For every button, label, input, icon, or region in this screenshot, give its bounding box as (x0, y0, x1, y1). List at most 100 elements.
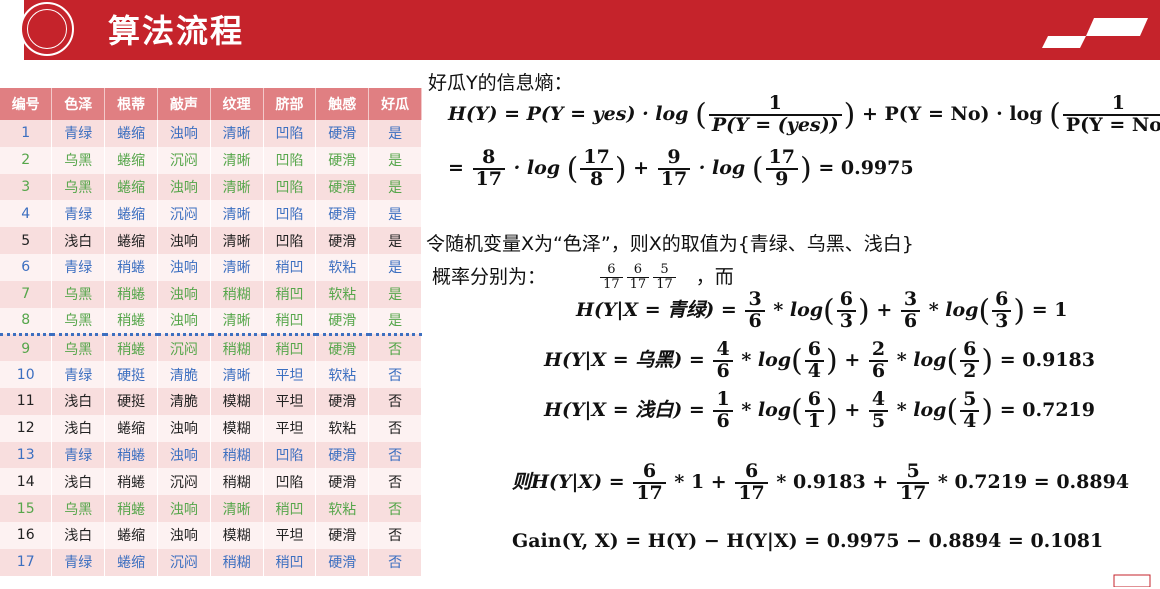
table-cell: 青绿 (51, 253, 106, 281)
table-cell: 青绿 (51, 441, 106, 469)
table-cell: 稍凹 (263, 307, 317, 335)
table-cell: 浊响 (157, 414, 211, 442)
table-cell: 清脆 (157, 361, 211, 388)
table-cell: 否 (368, 387, 422, 415)
table-cell: 7 (0, 280, 53, 308)
table-cell: 6 (0, 253, 53, 281)
table-cell: 浊响 (157, 307, 211, 335)
table-cell: 稍糊 (210, 441, 264, 469)
table-cell: 4 (0, 200, 53, 228)
table-row: 15 乌黑 稍蜷 浊响 清晰 稍凹 软粘否 (0, 495, 422, 522)
table-cell: 模糊 (210, 414, 264, 442)
table-cell: 是 (368, 146, 422, 174)
table-cell: 是 (368, 120, 422, 147)
table-cell: 稍糊 (210, 468, 264, 496)
table-cell: 浅白 (51, 414, 106, 442)
table-cell: 是 (368, 280, 422, 308)
table-cell: 浊响 (157, 441, 211, 469)
table-cell: 浊响 (157, 521, 211, 549)
table-cell: 硬滑 (315, 173, 370, 201)
table-cell: 否 (368, 441, 422, 469)
table-cell: 清晰 (210, 173, 264, 201)
table-cell: 平坦 (263, 521, 317, 549)
table-cell: 稍凹 (263, 332, 317, 362)
column-header: 脐部 (263, 88, 317, 120)
table-cell: 凹陷 (263, 441, 317, 469)
gain-equation: Gain(Y, X) = H(Y) − H(Y|X) = 0.9975 − 0.… (512, 530, 1104, 552)
table-cell: 15 (0, 495, 53, 522)
table-cell: 蜷缩 (104, 200, 158, 228)
table-cell: 凹陷 (263, 200, 317, 228)
table-cell: 乌黑 (51, 146, 106, 174)
decorative-stripes-icon (1042, 8, 1148, 48)
table-cell: 稍糊 (210, 332, 264, 362)
table-row: 16 浅白 蜷缩 浊响 模糊 平坦 硬滑否 (0, 521, 422, 549)
table-cell: 稍蜷 (104, 307, 158, 335)
table-cell: 乌黑 (51, 332, 106, 362)
table-cell: 软粘 (315, 280, 370, 308)
table-cell: 乌黑 (51, 280, 106, 308)
conditional-entropy-equation: H(Y|X = 乌黑) = 46 * log(6 4) + 26 * log(6 2… (544, 338, 1096, 382)
table-cell: 硬滑 (315, 227, 370, 254)
table-cell: 11 (0, 387, 53, 415)
table-cell: 浊响 (157, 227, 211, 254)
table-cell: 硬滑 (315, 468, 370, 496)
table-cell: 青绿 (51, 361, 106, 388)
table-cell: 稍蜷 (104, 253, 158, 281)
table-cell: 凹陷 (263, 227, 317, 254)
table-cell: 硬滑 (315, 332, 370, 362)
column-header: 纹理 (210, 88, 264, 120)
conditional-total-equation: 则H(Y|X) = 6 17 * 1 + 6 17 * 0.9183 + 5 17 *… (512, 460, 1130, 504)
table-cell: 清晰 (210, 361, 264, 388)
table-cell: 稍凹 (263, 280, 317, 308)
table-cell: 清晰 (210, 253, 264, 281)
table-cell: 软粘 (315, 495, 370, 522)
table-cell: 3 (0, 173, 53, 201)
table-cell: 是 (368, 253, 422, 281)
table-cell: 清晰 (210, 146, 264, 174)
column-header: 根蒂 (104, 88, 158, 120)
table-cell: 否 (368, 521, 422, 549)
table-cell: 1 (0, 120, 53, 147)
table-cell: 稍蜷 (104, 468, 158, 496)
table-cell: 13 (0, 441, 53, 469)
page-title: 算法流程 (108, 12, 245, 50)
watermelon-table: 编号 色泽 根蒂 敲声 纹理 脐部 触感 好瓜 1 青绿 蜷缩 浊响 清晰 凹陷 硬滑是 2 乌黑 蜷缩 沉闷 清晰… (0, 88, 422, 576)
table-cell: 2 (0, 146, 53, 174)
table-cell: 浊响 (157, 280, 211, 308)
table-cell: 否 (368, 414, 422, 442)
table-cell: 沉闷 (157, 332, 211, 362)
table-cell: 清晰 (210, 227, 264, 254)
table-cell: 蜷缩 (104, 227, 158, 254)
table-row: 1 青绿 蜷缩 浊响 清晰 凹陷 硬滑是 (0, 120, 422, 147)
table-row: 13 青绿 稍蜷 浊响 稍糊 凹陷 硬滑否 (0, 441, 422, 469)
table-cell: 稍蜷 (104, 280, 158, 308)
table-cell: 12 (0, 414, 53, 442)
entropy-equation-line2: = 8 17 · log (17 8) + 9 17 · log (17 9) = 0.… (448, 146, 914, 190)
table-cell: 稍凹 (263, 495, 317, 522)
table-cell: 浊响 (157, 253, 211, 281)
table-cell: 模糊 (210, 521, 264, 549)
table-cell: 是 (368, 227, 422, 254)
column-header: 编号 (0, 88, 53, 120)
table-cell: 沉闷 (157, 548, 211, 576)
conditional-entropy-equation: H(Y|X = 青绿) = 36 * log(6 3) + 36 * log(6 3… (576, 288, 1068, 332)
probability-line: 概率分别为： 6 17 6 17 5 17 ，而 (432, 262, 734, 292)
table-cell: 青绿 (51, 548, 106, 576)
table-cell: 浊响 (157, 120, 211, 147)
table-cell: 稍糊 (210, 280, 264, 308)
column-header: 好瓜 (368, 88, 422, 120)
table-cell: 乌黑 (51, 173, 106, 201)
variable-definition: 令随机变量X为“色泽”，则X的取值为{青绿、乌黑、浅白} (426, 233, 914, 255)
table-cell: 硬滑 (315, 200, 370, 228)
table-cell: 是 (368, 200, 422, 228)
table-cell: 否 (368, 361, 422, 388)
table-cell: 蜷缩 (104, 120, 158, 147)
table-cell: 硬滑 (315, 548, 370, 576)
conditional-entropy-equation: H(Y|X = 浅白) = 16 * log(6 1) + 45 * log(5 4… (544, 388, 1096, 432)
table-cell: 平坦 (263, 387, 317, 415)
entropy-heading: 好瓜Y的信息熵： (428, 72, 573, 94)
table-cell: 清晰 (210, 307, 264, 335)
table-cell: 蜷缩 (104, 173, 158, 201)
table-row: 4 青绿 蜷缩 沉闷 清晰 凹陷 硬滑是 (0, 200, 422, 228)
